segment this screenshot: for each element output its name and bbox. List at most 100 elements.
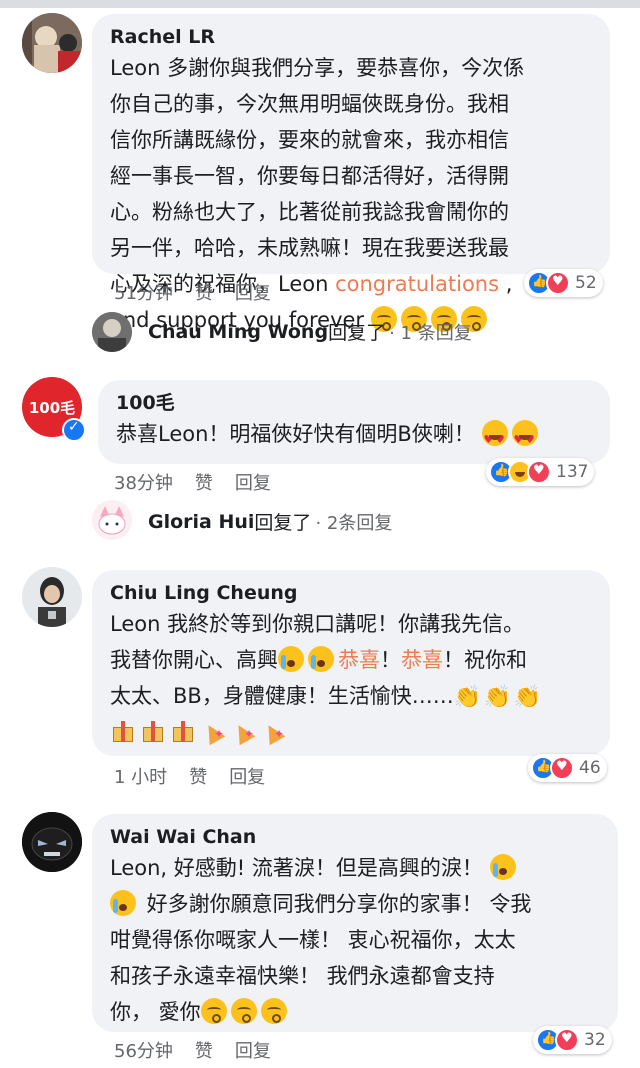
love-reaction-icon [527, 460, 551, 484]
comment-author[interactable]: Rachel LR [110, 24, 592, 50]
party-popper-emoji-icon [200, 716, 226, 752]
comment-time[interactable]: 38分钟 [114, 473, 173, 494]
reaction-summary[interactable]: 52 [524, 269, 603, 297]
reply-link[interactable]: 回复 [235, 283, 271, 304]
comment-line: 另一伴，哈哈，未成熟嘛！現在我要送我最 [110, 236, 509, 260]
comment-bubble: Wai Wai Chan Leon, 好感動! 流著淚！但是高興的淚！ 好多謝你… [92, 814, 618, 1032]
comment-text-part: 你， 愛你 [110, 1000, 201, 1024]
reaction-summary[interactable]: 137 [486, 458, 595, 486]
comment-text-part: , [499, 272, 513, 296]
reaction-count: 46 [579, 758, 601, 778]
comment-text-part: 我替你開心、高興 [110, 648, 278, 672]
comment-author[interactable]: 100毛 [116, 390, 592, 416]
comment-author[interactable]: Wai Wai Chan [110, 824, 600, 850]
like-link[interactable]: 赞 [195, 283, 213, 304]
reply-link[interactable]: 回复 [229, 767, 265, 788]
gift-emoji-icon [170, 718, 196, 744]
avatar-logo-text: 100毛 [28, 398, 76, 417]
reply-action: 回复了 [254, 512, 312, 534]
heart-eyes-emoji-icon [481, 420, 508, 458]
comment-bubble: Rachel LR Leon 多謝你與我們分享，要恭喜你，今次係 你自己的事，今… [92, 14, 610, 332]
comment-text-part: ！ [380, 648, 401, 672]
clapping-emoji-icon [454, 680, 481, 716]
comment-line: 咁覺得係你嘅家人一樣！ 衷心祝福你，太太 [110, 928, 516, 952]
reply-link[interactable]: 回复 [235, 1041, 271, 1062]
reaction-count: 137 [556, 462, 589, 482]
reply-author[interactable]: Chau Ming Wong [148, 321, 328, 343]
comment-line: 太太、BB，身體健康！生活愉快…… [110, 678, 592, 716]
comment-line [110, 714, 592, 752]
like-link[interactable]: 赞 [189, 767, 207, 788]
comment-author[interactable]: Chiu Ling Cheung [110, 580, 592, 606]
comment-line: 好多謝你願意同我們分享你的家事！ 令我 [110, 886, 600, 922]
highlight-text: congratulations [335, 272, 500, 296]
love-reaction-icon [555, 1028, 579, 1052]
comment-line: 恭喜Leon！明福俠好快有個明B俠喇！ [116, 416, 592, 458]
reply-count[interactable]: · 1 条回复 [389, 319, 472, 345]
reply-avatar[interactable] [92, 500, 132, 540]
comment-time[interactable]: 56分钟 [114, 1041, 173, 1062]
comment-line: 信你所講既緣份，要來的就會來，我亦相信 [110, 128, 509, 152]
crying-emoji-icon [489, 854, 516, 880]
avatar[interactable] [22, 812, 82, 872]
comment-line: 和孩子永遠幸福快樂！ 我們永遠都會支持 [110, 964, 495, 988]
heart-eyes-emoji-icon [511, 420, 538, 458]
reply-author[interactable]: Gloria Hui [148, 511, 254, 533]
comment-line: 心。粉絲也大了，比著從前我諗我會鬧你的 [110, 200, 509, 224]
comment-meta: 1 小时 赞 回复 [114, 763, 287, 789]
comment-meta: 51分钟 赞 回复 [114, 279, 293, 305]
crying-emoji-icon [110, 890, 136, 916]
comment-line: 你， 愛你 [110, 994, 600, 1030]
comment-text-part: 恭喜Leon！明福俠好快有個明B俠喇！ [116, 422, 475, 446]
comment-bubble: 100毛 恭喜Leon！明福俠好快有個明B俠喇！ [98, 380, 610, 464]
comment-meta: 56分钟 赞 回复 [114, 1037, 293, 1063]
reply-link[interactable]: 回复 [235, 473, 271, 494]
reaction-summary[interactable]: 46 [528, 754, 607, 782]
reply-summary[interactable]: Chau Ming Wong 回复了 · 1 条回复 [148, 318, 472, 345]
highlight-text: 恭喜 [338, 648, 380, 672]
comment-line: Leon, 好感動! 流著淚！但是高興的淚！ [110, 850, 600, 886]
comment-text: Leon, 好感動! 流著淚！但是高興的淚！ 好多謝你願意同我們分享你的家事！ … [110, 850, 600, 1030]
verified-badge-icon [62, 418, 86, 442]
comment-time[interactable]: 51分钟 [114, 283, 173, 304]
party-popper-emoji-icon [260, 716, 286, 752]
like-link[interactable]: 赞 [195, 1041, 213, 1062]
gift-emoji-icon [110, 718, 136, 744]
comment-text: Leon 我終於等到你親口講呢！你講我先信。 我替你開心、高興 恭喜！恭喜！祝你和… [110, 606, 592, 752]
comment-line: 你自己的事，今次無用明蝠俠既身份。我相 [110, 92, 509, 116]
top-divider [0, 0, 640, 8]
clapping-emoji-icon [514, 680, 541, 716]
avatar[interactable] [22, 13, 82, 73]
comment-line: 經一事長一智，你要每日都活得好，活得開 [110, 164, 509, 188]
highlight-text: 恭喜 [401, 648, 443, 672]
reaction-count: 32 [584, 1030, 606, 1050]
reply-summary[interactable]: Gloria Hui 回复了 · 2条回复 [148, 508, 392, 535]
party-popper-emoji-icon [230, 716, 256, 752]
reply-avatar[interactable] [92, 312, 132, 352]
comment-bubble: Chiu Ling Cheung Leon 我終於等到你親口講呢！你講我先信。 … [92, 570, 610, 756]
like-link[interactable]: 赞 [195, 473, 213, 494]
reply-count[interactable]: · 2条回复 [315, 509, 392, 535]
comment-text-part: 好多謝你願意同我們分享你的家事！ 令我 [140, 892, 532, 916]
kissing-heart-emoji-icon [230, 998, 257, 1024]
reaction-count: 52 [575, 273, 597, 293]
crying-emoji-icon [308, 646, 334, 672]
clapping-emoji-icon [484, 680, 511, 716]
comment-text-part: 太太、BB，身體健康！生活愉快…… [110, 684, 454, 708]
crying-emoji-icon [278, 646, 304, 672]
kissing-heart-emoji-icon [260, 998, 287, 1024]
comment-time[interactable]: 1 小时 [114, 767, 167, 788]
comment-text: 恭喜Leon！明福俠好快有個明B俠喇！ [116, 416, 592, 458]
comment-line: Leon 多謝你與我們分享，要恭喜你，今次係 [110, 56, 525, 80]
reply-action: 回复了 [328, 322, 386, 344]
kissing-heart-emoji-icon [200, 998, 227, 1024]
comment-line: Leon 我終於等到你親口講呢！你講我先信。 [110, 612, 525, 636]
comment-text-part: ！祝你和 [443, 648, 527, 672]
reaction-summary[interactable]: 32 [533, 1026, 612, 1054]
gift-emoji-icon [140, 718, 166, 744]
comment-line: 我替你開心、高興 恭喜！恭喜！祝你和 [110, 642, 592, 678]
avatar[interactable] [22, 567, 82, 627]
comment-meta: 38分钟 赞 回复 [114, 469, 293, 495]
love-reaction-icon [546, 271, 570, 295]
comment-text-part: Leon, 好感動! 流著淚！但是高興的淚！ [110, 856, 483, 880]
